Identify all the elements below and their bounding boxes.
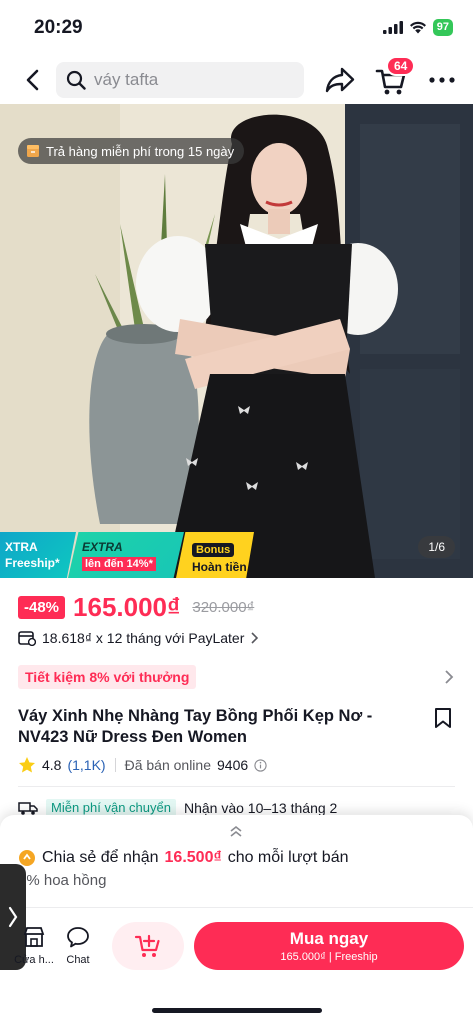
wifi-icon: [409, 21, 426, 34]
delivery-estimate: Nhận vào 10–13 tháng 2: [183, 799, 338, 816]
add-to-cart-button[interactable]: [112, 922, 184, 970]
commission-text: 0% hoa hồng: [18, 872, 107, 889]
product-image-carousel[interactable]: Trả hàng miễn phí trong 15 ngày XTRA Fre…: [0, 104, 473, 578]
extra-discount-badge: EXTRA lên đến 14%*: [68, 532, 184, 578]
buy-now-label: Mua ngay: [289, 929, 369, 948]
shop-icon: [23, 927, 45, 947]
xtra-label: XTRA: [5, 540, 38, 554]
battery-indicator: 97: [432, 19, 453, 36]
bonus-cashback-badge: Bonus Hoàn tiền: [176, 532, 254, 578]
product-photo: [0, 104, 473, 578]
cart-count-badge: 64: [386, 56, 416, 76]
xtra-freeship-badge: XTRA Freeship*: [0, 532, 76, 578]
chevron-right-icon: [251, 632, 259, 644]
price-row: -48% 165.000₫ 320.000₫: [18, 592, 254, 623]
more-options-button[interactable]: [428, 68, 456, 92]
shop-button[interactable]: Cửa h...: [14, 926, 54, 966]
status-icons: 97: [382, 19, 453, 36]
discount-badge: -48%: [18, 596, 66, 619]
truck-icon: [18, 801, 38, 815]
search-bar[interactable]: [56, 62, 304, 98]
promo-strip[interactable]: XTRA Freeship* EXTRA lên đến 14%* Bonus …: [0, 532, 254, 578]
chevron-right-icon: [8, 906, 18, 928]
bookmark-icon[interactable]: [433, 707, 453, 729]
bottom-sheet: Chia sẻ để nhận 16.500₫ cho mỗi lượt bán…: [0, 815, 473, 1024]
search-input[interactable]: [94, 70, 284, 90]
buy-now-sublabel: 165.000₫ | Freeship: [280, 951, 378, 963]
shipping-row[interactable]: Miễn phí vận chuyển Nhận vào 10–13 tháng…: [18, 799, 337, 816]
sold-label: Đã bán online: [124, 757, 211, 773]
share-suffix: cho mỗi lượt bán: [227, 849, 349, 866]
signal-icon: [382, 21, 403, 34]
top-header: 64: [0, 56, 473, 104]
rating-count-link[interactable]: (1,1K): [67, 757, 105, 773]
sold-count: 9406: [217, 757, 249, 773]
share-prefix: Chia sẻ để nhận: [42, 849, 159, 866]
rating-row: 4.8 (1,1K) Đã bán online 9406: [18, 756, 267, 774]
calendar-card-icon: [18, 631, 36, 646]
free-shipping-tag: Miễn phí vận chuyển: [46, 799, 176, 816]
image-counter: 1/6: [418, 536, 455, 558]
free-return-badge: Trả hàng miễn phí trong 15 ngày: [18, 138, 245, 164]
shop-label: Cửa h...: [14, 954, 54, 966]
cashback-label: Hoàn tiền: [192, 560, 247, 574]
extra-label: EXTRA: [82, 540, 123, 554]
back-button[interactable]: [18, 66, 46, 94]
cart-plus-icon: [134, 934, 160, 957]
search-icon: [66, 70, 86, 90]
share-amount: 16.500₫: [164, 849, 222, 866]
star-icon: [19, 757, 35, 773]
home-indicator: [152, 1008, 322, 1013]
product-title: Váy Xinh Nhẹ Nhàng Tay Bồng Phối Kẹp Nơ …: [18, 707, 373, 746]
divider: [18, 786, 455, 787]
return-box-icon: [27, 145, 39, 157]
info-icon[interactable]: [254, 758, 267, 772]
more-dots-icon: [429, 77, 455, 83]
status-bar: 20:29 97: [0, 0, 473, 56]
paylater-text: 18.618₫ x 12 tháng với PayLater: [42, 630, 245, 646]
chat-label: Chat: [66, 954, 90, 966]
paylater-row[interactable]: 18.618₫ x 12 tháng với PayLater: [18, 630, 259, 646]
bonus-label: Bonus: [192, 543, 235, 557]
freeship-label: Freeship*: [5, 556, 60, 570]
buy-now-button[interactable]: Mua ngay 165.000₫ | Freeship: [194, 922, 464, 970]
divider: [114, 758, 116, 772]
chevron-left-icon: [26, 69, 39, 91]
rating-value: 4.8: [42, 757, 62, 773]
extra-percent-label: lên đến 14%*: [82, 557, 156, 571]
chat-button[interactable]: Chat: [58, 926, 98, 966]
chevron-up-icon[interactable]: [228, 823, 244, 839]
share-earn-row[interactable]: Chia sẻ để nhận 16.500₫ cho mỗi lượt bán: [18, 849, 349, 867]
reward-savings-tag[interactable]: Tiết kiệm 8% với thưởng: [18, 665, 197, 689]
current-price: 165.000₫: [73, 592, 181, 622]
status-time: 20:29: [34, 17, 83, 38]
chevron-right-icon[interactable]: [443, 669, 455, 685]
share-button[interactable]: [324, 65, 356, 95]
original-price: 320.000₫: [192, 599, 255, 616]
chat-bubble-icon: [67, 927, 89, 948]
divider: [0, 907, 473, 908]
share-arrow-icon: [325, 67, 355, 93]
free-return-text: Trả hàng miễn phí trong 15 ngày: [46, 143, 235, 159]
